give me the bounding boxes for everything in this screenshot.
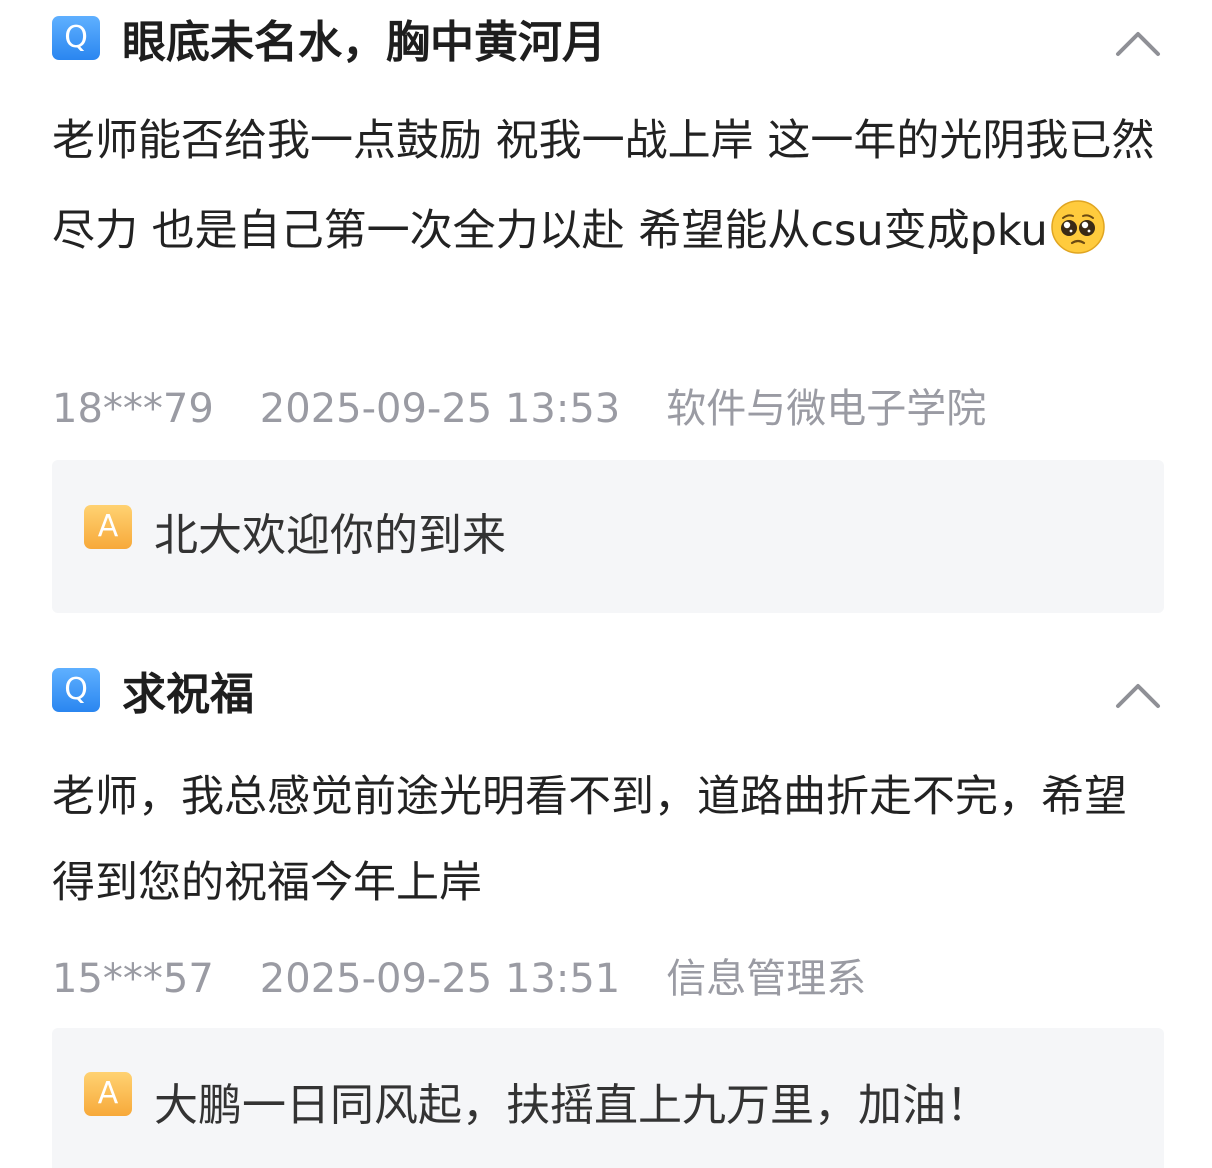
user-id: 15***57 [52,956,214,1002]
qa-item: Q 求祝福 老师，我总感觉前途光明看不到，道路曲折走不完，希望得到您的祝福今年上… [52,668,1164,1168]
answer-box: A 北大欢迎你的到来 [52,460,1164,613]
question-body: 老师，我总感觉前途光明看不到，道路曲折走不完，希望得到您的祝福今年上岸 [52,754,1132,926]
user-id: 18***79 [52,386,214,432]
question-title: 眼底未名水，胸中黄河月 [122,17,606,68]
question-text: 老师能否给我一点鼓励 祝我一战上岸 这一年的光阴我已然尽力 也是自己第一次全力以… [52,116,1155,256]
pleading-face-icon [1051,200,1105,254]
question-header[interactable]: Q 求祝福 [52,668,1164,738]
department: 软件与微电子学院 [666,386,987,432]
question-badge: Q [52,668,100,712]
answer-badge: A [84,505,132,549]
question-text: 老师，我总感觉前途光明看不到，道路曲折走不完，希望得到您的祝福今年上岸 [52,772,1127,908]
answer-badge: A [84,1072,132,1116]
question-meta: 18***79 2025-09-25 13:53 软件与微电子学院 [52,384,986,434]
qa-list: Q 眼底未名水，胸中黄河月 老师能否给我一点鼓励 祝我一战上岸 这一年的光阴我已… [0,0,1212,1168]
timestamp: 2025-09-25 13:53 [259,386,621,432]
chevron-up-icon[interactable] [1112,22,1164,62]
answer-text: 北大欢迎你的到来 [154,510,506,561]
answer-box: A 大鹏一日同风起，扶摇直上九万里，加油！ [52,1028,1164,1168]
timestamp: 2025-09-25 13:51 [259,956,621,1002]
chevron-up-icon[interactable] [1112,674,1164,714]
department: 信息管理系 [666,956,867,1002]
qa-item: Q 眼底未名水，胸中黄河月 老师能否给我一点鼓励 祝我一战上岸 这一年的光阴我已… [52,16,1164,613]
question-header[interactable]: Q 眼底未名水，胸中黄河月 [52,16,1164,86]
question-title: 求祝福 [122,669,254,720]
question-meta: 15***57 2025-09-25 13:51 信息管理系 [52,954,866,1004]
question-body: 老师能否给我一点鼓励 祝我一战上岸 这一年的光阴我已然尽力 也是自己第一次全力以… [52,96,1164,276]
question-badge: Q [52,16,100,60]
answer-text: 大鹏一日同风起，扶摇直上九万里，加油！ [154,1080,990,1131]
